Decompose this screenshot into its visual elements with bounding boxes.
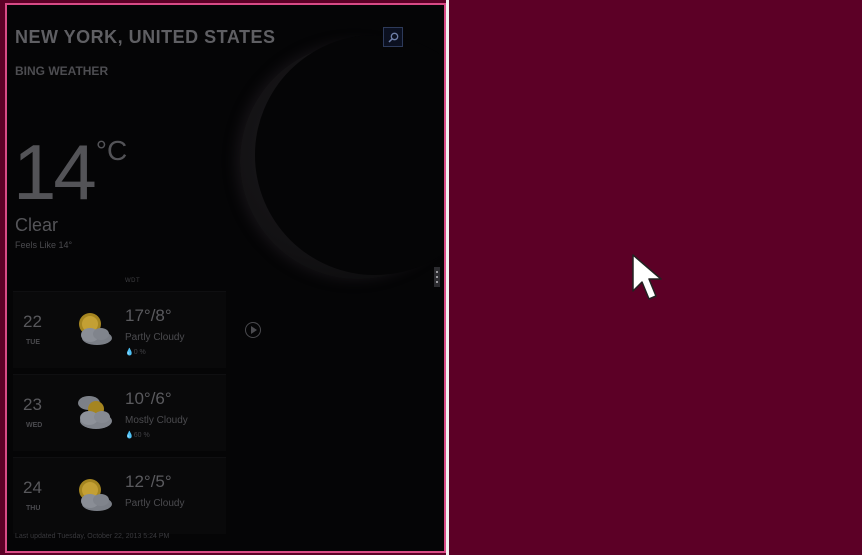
day-name: THU [26,505,41,512]
day-name: TUE [26,339,40,346]
grip-dot [436,271,438,273]
mouse-pointer-icon [631,253,671,309]
weather-app-pane[interactable]: NEW YORK, UNITED STATES BING WEATHER 14°… [5,3,446,553]
forecast-day[interactable]: 22 TUE 17°/8° Partly Cloudy 💧0 % [13,291,226,368]
feels-like: Feels Like 14° [15,240,73,250]
temperature-value: 14 [13,128,97,216]
snap-splitter[interactable] [446,0,449,555]
high-low-temperature: 12°/5° [125,472,172,491]
provider-label: BING WEATHER [15,64,109,78]
last-updated-text: Last updated Tuesday, October 22, 2013 5… [15,533,170,540]
splitter-grip-handle[interactable] [434,267,440,287]
next-forecast-button[interactable] [245,322,261,338]
high-low-temperature: 17°/8° [125,306,172,325]
day-number: 24 [23,478,42,497]
search-icon [388,32,399,43]
grip-dot [436,276,438,278]
high-low-temperature: 10°/6° [125,389,172,408]
precipitation-chance: 💧0 % [125,349,146,356]
day-name: WED [26,422,43,429]
forecast-day[interactable]: 24 THU 12°/5° Partly Cloudy [13,457,226,534]
precipitation-chance: 💧60 % [125,432,150,439]
forecast-description: Partly Cloudy [125,498,185,509]
partly-cloudy-icon [79,313,112,345]
mostly-cloudy-icon [78,396,112,429]
desktop: NEW YORK, UNITED STATES BING WEATHER 14°… [0,0,862,555]
day-number: 23 [23,395,42,414]
search-button[interactable] [383,27,403,47]
partly-cloudy-icon [79,479,112,511]
temperature-unit: °C [95,135,128,166]
forecast-description: Partly Cloudy [125,332,185,343]
forecast-description: Mostly Cloudy [125,415,188,426]
day-number: 22 [23,312,42,331]
location-title: NEW YORK, UNITED STATES [15,27,276,47]
forecast-source-label: WDT [125,278,141,284]
daily-forecast-list: 22 TUE 17°/8° Partly Cloudy 💧0 % 23 WED [13,291,226,540]
grip-dot [436,281,438,283]
forecast-day[interactable]: 23 WED 10°/6° Mostly Cloudy 💧60 % [13,374,226,451]
current-condition: Clear [15,215,59,235]
current-temperature: 14°C [13,133,127,223]
